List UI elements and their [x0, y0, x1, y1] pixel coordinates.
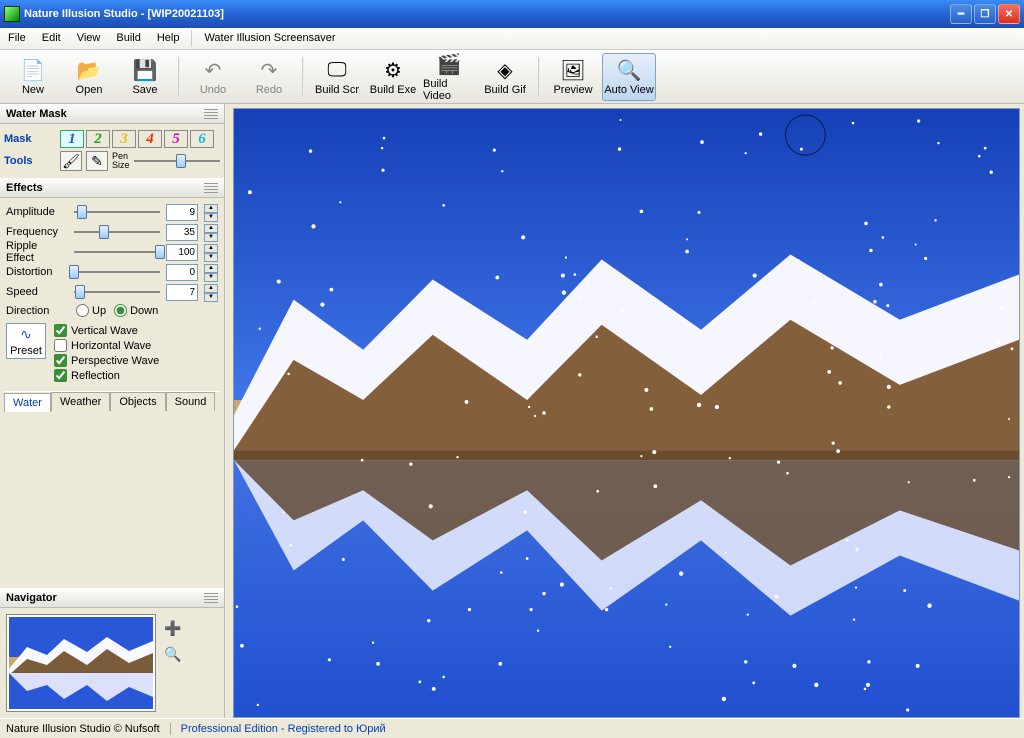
menu-view[interactable]: View — [69, 28, 109, 49]
preview-button[interactable]: 🖼Preview — [546, 53, 600, 101]
eraser-tool-button[interactable]: ✎ — [86, 151, 108, 171]
buildvideo-icon: 🎬 — [435, 52, 463, 76]
ripple-spin-down[interactable]: ▼ — [204, 253, 218, 262]
speed-spin-down[interactable]: ▼ — [204, 293, 218, 302]
autoview-button[interactable]: 🔍Auto View — [602, 53, 656, 101]
frequency-spin-down[interactable]: ▼ — [204, 233, 218, 242]
amplitude-label: Amplitude — [6, 206, 68, 218]
tools-label: Tools — [4, 155, 56, 167]
distortion-spin-down[interactable]: ▼ — [204, 273, 218, 282]
buildgif-icon: ◈ — [491, 58, 519, 82]
direction-down-radio[interactable]: Down — [114, 304, 158, 317]
mask-4-button[interactable]: 4 — [138, 130, 162, 148]
preview-icon: 🖼 — [559, 58, 587, 82]
pen-size-label: Pen Size — [112, 152, 130, 170]
open-button[interactable]: 📂Open — [62, 53, 116, 101]
speed-label: Speed — [6, 286, 68, 298]
frequency-input[interactable] — [166, 224, 198, 241]
undo-icon: ↶ — [199, 58, 227, 82]
buildgif-button[interactable]: ◈Build Gif — [478, 53, 532, 101]
save-button[interactable]: 💾Save — [118, 53, 172, 101]
redo-button: ↷Redo — [242, 53, 296, 101]
ripple-spin-up[interactable]: ▲ — [204, 244, 218, 253]
tab-sound[interactable]: Sound — [166, 392, 216, 411]
buildvideo-button[interactable]: 🎬Build Video — [422, 53, 476, 101]
amplitude-spin-up[interactable]: ▲ — [204, 204, 218, 213]
menu-screensaver[interactable]: Water Illusion Screensaver — [196, 28, 343, 49]
speed-slider[interactable] — [74, 284, 160, 300]
menu-file[interactable]: File — [0, 28, 34, 49]
menubar: File Edit View Build Help Water Illusion… — [0, 28, 1024, 50]
autoview-icon: 🔍 — [615, 58, 643, 82]
mask-3-button[interactable]: 3 — [112, 130, 136, 148]
undo-button: ↶Undo — [186, 53, 240, 101]
redo-icon: ↷ — [255, 58, 283, 82]
app-title: Nature Illusion Studio - [WIP20021103] — [24, 8, 224, 20]
speed-input[interactable] — [166, 284, 198, 301]
ripple-slider[interactable] — [74, 244, 160, 260]
buildscr-button[interactable]: 🖵Build Scr — [310, 53, 364, 101]
nav-zoom-icon[interactable]: 🔍 — [164, 646, 180, 662]
navigator-thumbnail[interactable] — [6, 614, 156, 712]
app-icon — [4, 6, 20, 22]
nav-add-icon[interactable]: ➕ — [164, 620, 180, 636]
menu-edit[interactable]: Edit — [34, 28, 69, 49]
pen-size-slider[interactable] — [134, 153, 220, 169]
amplitude-input[interactable] — [166, 204, 198, 221]
titlebar: Nature Illusion Studio - [WIP20021103] ━… — [0, 0, 1024, 28]
wave-icon: ∿ — [20, 326, 32, 343]
distortion-slider[interactable] — [74, 264, 160, 280]
sidebar: Water Mask Mask 123456 Tools 🖌 ✎ Pen Siz… — [0, 104, 225, 718]
menu-separator — [191, 30, 192, 47]
buildexe-icon: ⚙ — [379, 58, 407, 82]
tab-weather[interactable]: Weather — [51, 392, 110, 411]
distortion-input[interactable] — [166, 264, 198, 281]
brush-tool-button[interactable]: 🖌 — [60, 151, 82, 171]
mask-6-button[interactable]: 6 — [190, 130, 214, 148]
save-icon: 💾 — [131, 58, 159, 82]
vertical-checkbox[interactable]: Vertical Wave — [52, 323, 161, 338]
status-left: Nature Illusion Studio © Nufsoft — [6, 723, 160, 735]
panel-effects-title: Effects — [0, 178, 224, 198]
direction-label: Direction — [6, 305, 68, 317]
amplitude-spin-down[interactable]: ▼ — [204, 213, 218, 222]
ripple-label: Ripple Effect — [6, 240, 68, 264]
speed-spin-up[interactable]: ▲ — [204, 284, 218, 293]
perspective-checkbox[interactable]: Perspective Wave — [52, 353, 161, 368]
frequency-spin-up[interactable]: ▲ — [204, 224, 218, 233]
open-icon: 📂 — [75, 58, 103, 82]
buildscr-icon: 🖵 — [323, 58, 351, 82]
distortion-label: Distortion — [6, 266, 68, 278]
frequency-slider[interactable] — [74, 224, 160, 240]
mask-1-button[interactable]: 1 — [60, 130, 84, 148]
status-right: Professional Edition - Registered to Юри… — [170, 723, 386, 735]
mask-label: Mask — [4, 133, 56, 145]
canvas[interactable] — [233, 108, 1020, 718]
amplitude-slider[interactable] — [74, 204, 160, 220]
reflection-checkbox[interactable]: Reflection — [52, 368, 161, 383]
tab-objects[interactable]: Objects — [110, 392, 165, 411]
ripple-input[interactable] — [166, 244, 198, 261]
tab-water[interactable]: Water — [4, 393, 51, 412]
toolbar: 📄New📂Open💾Save ↶Undo↷Redo 🖵Build Scr⚙Build… — [0, 50, 1024, 104]
horizontal-checkbox[interactable]: Horizontal Wave — [52, 338, 161, 353]
distortion-spin-up[interactable]: ▲ — [204, 264, 218, 273]
preset-button[interactable]: ∿ Preset — [6, 323, 46, 359]
mask-2-button[interactable]: 2 — [86, 130, 110, 148]
mask-5-button[interactable]: 5 — [164, 130, 188, 148]
buildexe-button[interactable]: ⚙Build Exe — [366, 53, 420, 101]
direction-up-radio[interactable]: Up — [76, 304, 106, 317]
menu-help[interactable]: Help — [149, 28, 188, 49]
maximize-button[interactable]: ❐ — [974, 4, 996, 24]
panel-navigator-title: Navigator — [0, 588, 224, 608]
close-button[interactable]: ✕ — [998, 4, 1020, 24]
menu-build[interactable]: Build — [108, 28, 148, 49]
minimize-button[interactable]: ━ — [950, 4, 972, 24]
new-icon: 📄 — [19, 58, 47, 82]
frequency-label: Frequency — [6, 226, 68, 238]
statusbar: Nature Illusion Studio © Nufsoft Profess… — [0, 718, 1024, 738]
new-button[interactable]: 📄New — [6, 53, 60, 101]
panel-watermask-title: Water Mask — [0, 104, 224, 124]
